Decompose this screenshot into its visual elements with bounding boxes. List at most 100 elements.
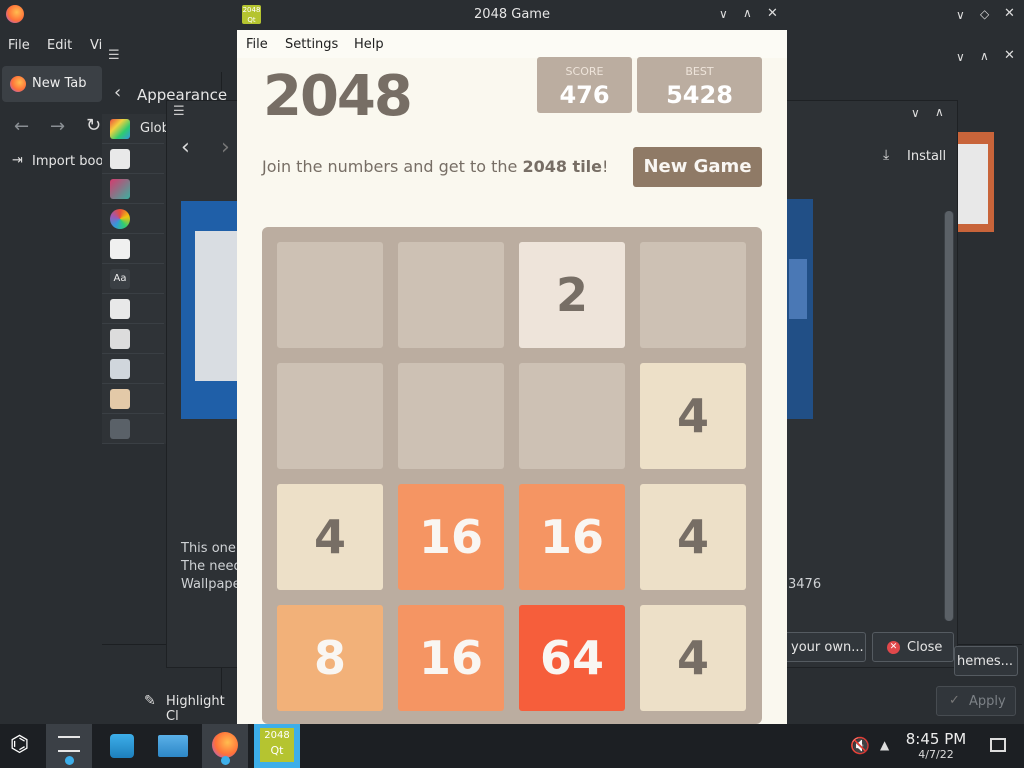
tile-8: 8: [277, 605, 383, 711]
back-chevron-icon[interactable]: ‹: [181, 135, 190, 160]
empty-cell: [640, 242, 746, 348]
qt-label-top: 2048: [264, 730, 290, 741]
check-icon: ✓: [949, 693, 960, 708]
settings-maximize-icon[interactable]: ∧: [980, 49, 989, 63]
side-number: 3476: [788, 577, 822, 592]
settings-category-list: Glob Aa: [102, 114, 170, 444]
close-button[interactable]: ✕ Close: [872, 632, 954, 662]
window-icon: [110, 239, 130, 259]
description-line-2: The need: [181, 559, 242, 574]
category-font-management[interactable]: [102, 384, 164, 414]
font-management-icon: [110, 389, 130, 409]
category-global-theme[interactable]: Glob: [102, 114, 170, 144]
taskbar-system-settings[interactable]: [46, 724, 92, 768]
import-icon: ⇥: [12, 153, 23, 168]
highlight-changed-button[interactable]: ✎ Highlight Cl: [144, 692, 240, 724]
import-bookmarks-button[interactable]: ⇥ Import boo: [8, 150, 108, 174]
launcher-button[interactable]: ⌬: [0, 724, 46, 768]
install-button[interactable]: ⤓ Install: [883, 145, 946, 169]
game-window: 2048 Qt 2048 Game ∨ ∧ ✕ File Settings Hel…: [237, 0, 787, 724]
category-window[interactable]: [102, 234, 164, 264]
game-subtitle: Join the numbers and get to the 2048 til…: [262, 157, 608, 176]
tile-16: 16: [519, 484, 625, 590]
reload-icon[interactable]: ↻: [86, 115, 101, 136]
theme-preview-right[interactable]: [787, 199, 813, 419]
game-maximize-icon[interactable]: ∧: [743, 6, 752, 20]
scrollbar-thumb[interactable]: [945, 211, 953, 621]
category-boot-splash[interactable]: [102, 414, 164, 444]
category-window-decorations[interactable]: [102, 204, 164, 234]
your-own-label: your own...: [791, 640, 864, 655]
firefox-badge-icon: [221, 756, 230, 765]
forward-icon[interactable]: →: [50, 116, 65, 137]
game-board[interactable]: 2 4 4 16 16 4 8 16 64 4: [262, 227, 762, 724]
icons-icon: [110, 299, 130, 319]
show-desktop-icon[interactable]: [990, 738, 1006, 752]
theme-preview-left[interactable]: [181, 201, 239, 419]
category-cursors[interactable]: [102, 324, 164, 354]
game-titlebar: 2048 Qt 2048 Game ∨ ∧ ✕: [237, 0, 787, 30]
tile-16: 16: [398, 484, 504, 590]
new-game-button[interactable]: New Game: [633, 147, 762, 187]
category-colors[interactable]: [102, 174, 164, 204]
system-settings-icon: [58, 736, 80, 752]
global-theme-icon: [110, 119, 130, 139]
menu-file[interactable]: File: [8, 38, 30, 53]
themes-minimize-icon[interactable]: ∨: [911, 106, 920, 120]
themes-maximize-icon[interactable]: ∧: [935, 105, 944, 119]
back-icon[interactable]: ←: [14, 116, 29, 137]
menu-settings[interactable]: Settings: [285, 37, 338, 52]
game-title: 2048: [263, 64, 413, 129]
qt-label-bottom: Qt: [270, 744, 284, 757]
taskbar-discover[interactable]: [98, 724, 144, 768]
back-chevron-icon[interactable]: ‹: [114, 82, 121, 103]
tile-64: 64: [519, 605, 625, 711]
themes-menu-icon[interactable]: ☰: [173, 104, 185, 119]
tile-2: 2: [519, 242, 625, 348]
scrollbar[interactable]: [944, 211, 954, 621]
settings-close-icon[interactable]: ✕: [1004, 48, 1015, 63]
apply-button[interactable]: ✓ Apply: [936, 686, 1016, 716]
tile-4: 4: [277, 484, 383, 590]
import-label: Import boo: [32, 154, 104, 169]
game-minimize-icon[interactable]: ∨: [719, 7, 728, 21]
category-icons[interactable]: [102, 294, 164, 324]
tab-new-tab[interactable]: New Tab: [2, 66, 102, 102]
subtitle-prefix: Join the numbers and get to the: [262, 157, 523, 176]
menu-view[interactable]: Vi: [90, 38, 102, 53]
taskbar-dolphin[interactable]: [150, 724, 196, 768]
clock-date: 4/7/22: [918, 748, 954, 761]
menu-help[interactable]: Help: [354, 37, 384, 52]
preview-window: [195, 231, 239, 381]
tile-4: 4: [640, 605, 746, 711]
game-close-icon[interactable]: ✕: [767, 6, 778, 21]
menu-edit[interactable]: Edit: [47, 38, 72, 53]
tile-4: 4: [640, 484, 746, 590]
taskbar-2048[interactable]: 2048 Qt: [254, 724, 300, 768]
create-your-own-button[interactable]: your own...: [784, 632, 866, 662]
forward-chevron-icon[interactable]: ›: [221, 135, 230, 160]
minimize-icon[interactable]: ∨: [956, 8, 965, 22]
clock[interactable]: 8:45 PM 4/7/22: [900, 730, 972, 761]
taskbar-firefox[interactable]: [202, 724, 248, 768]
theme-thumbnail[interactable]: [958, 132, 994, 232]
tray-expand-icon[interactable]: ▲: [880, 738, 889, 752]
tile-16: 16: [398, 605, 504, 711]
pencil-icon: ✎: [144, 693, 156, 709]
discover-icon: [110, 734, 134, 758]
fonts-icon: Aa: [110, 269, 130, 289]
category-fonts[interactable]: Aa: [102, 264, 164, 294]
settings-menu-icon[interactable]: ☰: [108, 48, 120, 63]
get-new-themes-button[interactable]: hemes...: [954, 646, 1018, 676]
category-splash[interactable]: [102, 354, 164, 384]
best-value: 5428: [666, 81, 733, 109]
close-circle-icon: ✕: [887, 641, 900, 654]
menu-file[interactable]: File: [246, 37, 268, 52]
empty-cell: [277, 242, 383, 348]
maximize-icon[interactable]: ◇: [980, 7, 989, 21]
close-icon[interactable]: ✕: [1004, 6, 1015, 21]
category-plasma-style[interactable]: [102, 144, 164, 174]
settings-minimize-icon[interactable]: ∨: [956, 50, 965, 64]
firefox-icon: [212, 732, 238, 758]
volume-muted-icon[interactable]: 🔇: [850, 736, 870, 755]
